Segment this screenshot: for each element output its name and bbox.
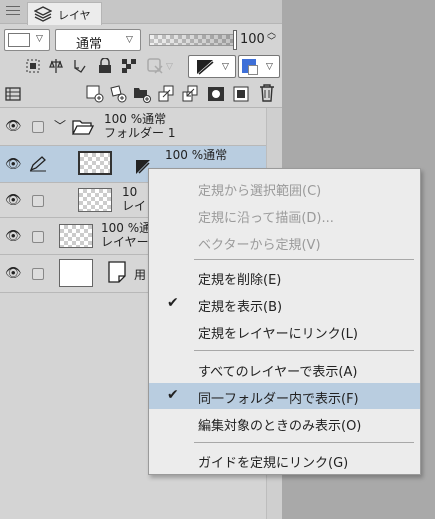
new-folder-icon[interactable] [133, 85, 151, 103]
menu-separator [194, 259, 414, 260]
visibility-eye-icon[interactable]: 👁 [5, 119, 22, 134]
menu-item-label: すべてのレイヤーで表示(A) [198, 365, 358, 380]
tab-layer[interactable]: レイヤー [27, 2, 102, 38]
menu-item-label: ベクターから定規(V) [198, 238, 321, 253]
folder-open-icon [72, 120, 94, 135]
new-raster-layer-icon[interactable] [86, 85, 104, 103]
layer-thumbnail [78, 151, 112, 175]
opacity-spinner-icon[interactable]: ︿ ﹀ [267, 29, 276, 47]
create-layer-mask-icon[interactable] [207, 85, 225, 103]
trash-icon[interactable] [258, 84, 276, 102]
pen-icon[interactable] [29, 156, 47, 172]
chevron-down-icon: ▽ [266, 62, 273, 72]
layer-percent: 100 % [104, 112, 143, 126]
menu-item-selection-from-ruler[interactable]: 定規から選択範囲(C) [149, 175, 420, 201]
layer-color-select[interactable]: ▽ [4, 29, 50, 51]
menu-item-show-ruler[interactable]: ✔ 定規を表示(B) [149, 291, 420, 317]
menu-item-link-guide-to-ruler[interactable]: ガイドを定規にリンク(G) [149, 447, 420, 473]
menu-item-label: 定規を削除(E) [198, 273, 282, 288]
layer-mode: 通常 [203, 148, 228, 162]
check-icon: ✔ [167, 295, 179, 311]
paper-icon [108, 261, 126, 283]
layer-percent: 100 % [101, 221, 140, 235]
combine-to-lower-layer-icon[interactable] [181, 85, 199, 103]
chevron-down-icon[interactable]: ﹀ [54, 117, 66, 134]
visibility-eye-icon[interactable]: 👁 [5, 229, 22, 244]
clip-to-layer-below-icon[interactable] [24, 57, 42, 75]
menu-separator [194, 442, 414, 443]
toolbar-middle: ▽ ▽ ▽ [0, 54, 282, 80]
layer-name: レイヤー [101, 235, 149, 249]
apply-mask-icon[interactable] [232, 85, 250, 103]
draft-layer-icon[interactable] [71, 57, 89, 75]
opacity-value: 100 [240, 32, 265, 47]
layer-checkbox[interactable] [32, 195, 44, 207]
layer-thumbnail [59, 259, 93, 287]
layer-color-swatch [8, 33, 30, 47]
layer-mode: 通常 [142, 112, 167, 126]
tab-bar: レイヤー [0, 0, 282, 38]
layer-checkbox[interactable] [32, 268, 44, 280]
visibility-eye-icon[interactable]: 👁 [5, 193, 22, 208]
layer-thumbnail [59, 224, 93, 248]
blend-mode-value: 通常 [76, 37, 103, 52]
layer-thumbnail [78, 188, 112, 212]
reference-layer-icon[interactable] [47, 57, 65, 75]
chevron-down-icon: ▽ [222, 62, 229, 72]
menu-item-label: ガイドを定規にリンク(G) [198, 456, 349, 471]
layer-checkbox[interactable] [32, 231, 44, 243]
layer-property-icon[interactable] [4, 85, 22, 103]
layer-color-swatch-white [248, 65, 258, 75]
chevron-down-icon[interactable]: ▽ [166, 62, 173, 72]
menu-item-label: 定規を表示(B) [198, 300, 283, 315]
ruler-icon [197, 60, 214, 75]
layer-percent: 10 [122, 185, 138, 199]
panel-menu-icon[interactable] [6, 6, 20, 18]
visibility-eye-icon[interactable]: 👁 [5, 266, 22, 281]
menu-item-link-ruler-to-layer[interactable]: 定規をレイヤーにリンク(L) [149, 318, 420, 344]
menu-item-show-in-all-layers[interactable]: すべてのレイヤーで表示(A) [149, 356, 420, 382]
menu-item-label: 定規に沿って描画(D)... [198, 211, 334, 226]
layer-row-folder[interactable]: 👁 ﹀ 100 %通常 フォルダー 1 [0, 108, 266, 146]
menu-item-label: 定規から選択範囲(C) [198, 184, 322, 199]
chevron-down-icon: ▽ [126, 35, 133, 45]
menu-item-show-only-when-editing[interactable]: 編集対象のときのみ表示(O) [149, 410, 420, 436]
layer-color-button[interactable]: ▽ [238, 55, 280, 78]
menu-item-ruler-from-vector[interactable]: ベクターから定規(V) [149, 229, 420, 255]
layers-icon [34, 6, 52, 22]
blend-mode-select[interactable]: 通常 ▽ [55, 29, 141, 52]
mask-disabled-icon[interactable] [146, 57, 164, 75]
layer-name: 用 [134, 268, 147, 282]
ruler-display-button[interactable]: ▽ [188, 55, 236, 78]
lock-transparent-pixels-icon[interactable] [120, 57, 138, 75]
ruler-context-menu: 定規から選択範囲(C) 定規に沿って描画(D)... ベクターから定規(V) 定… [148, 168, 421, 475]
menu-item-draw-along-ruler[interactable]: 定規に沿って描画(D)... [149, 202, 420, 228]
chevron-down-icon: ▽ [36, 34, 43, 44]
layer-name: レイ [122, 199, 147, 213]
menu-item-label: 定規をレイヤーにリンク(L) [198, 327, 358, 342]
menu-separator [194, 350, 414, 351]
toolbar-bottom [0, 80, 282, 108]
layer-checkbox[interactable] [32, 121, 44, 133]
opacity-slider[interactable] [149, 34, 235, 46]
menu-item-label: 同一フォルダー内で表示(F) [198, 392, 359, 407]
new-vector-layer-icon[interactable] [109, 85, 127, 103]
menu-item-delete-ruler[interactable]: 定規を削除(E) [149, 264, 420, 290]
check-icon: ✔ [167, 387, 179, 403]
menu-item-label: 編集対象のときのみ表示(O) [198, 419, 362, 434]
lock-layer-icon[interactable] [96, 57, 114, 75]
visibility-eye-icon[interactable]: 👁 [5, 157, 22, 172]
layer-percent: 100 % [165, 148, 204, 162]
layer-name: フォルダー 1 [104, 126, 176, 140]
toolbar-top: ▽ 通常 ▽ 100 ︿ ﹀ [0, 26, 282, 54]
opacity-slider-handle[interactable] [233, 30, 237, 50]
transfer-to-lower-layer-icon[interactable] [157, 85, 175, 103]
menu-item-show-in-same-folder[interactable]: ✔ 同一フォルダー内で表示(F) [149, 383, 420, 409]
